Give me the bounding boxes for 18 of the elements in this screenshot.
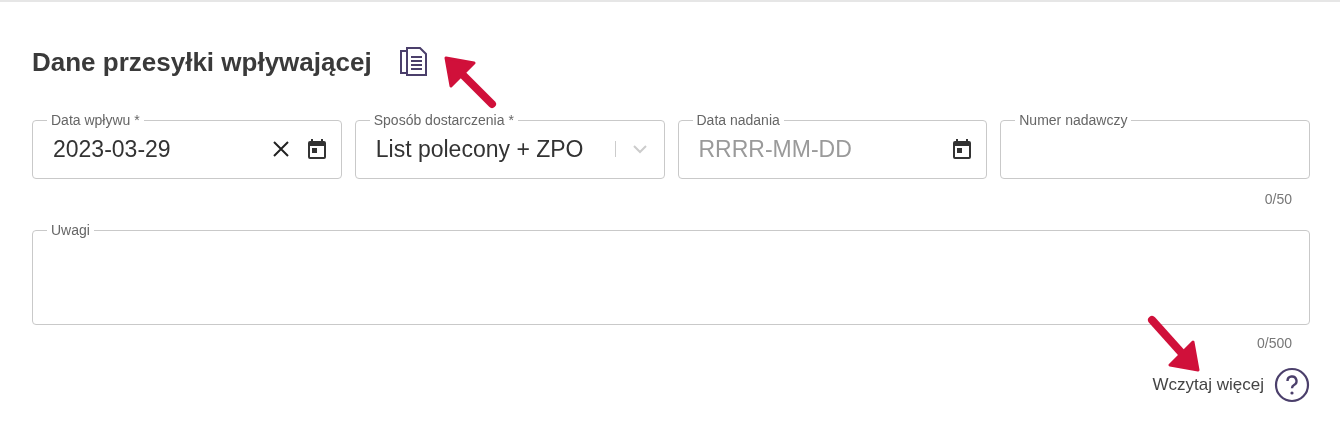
notes-textarea[interactable]: Uwagi: [32, 222, 1310, 325]
help-icon[interactable]: [1274, 367, 1310, 403]
select-field[interactable]: Sposób dostarczenia * List polecony + ZPO: [354, 112, 665, 179]
character-counter: 0/500: [1256, 335, 1292, 351]
field-label: Numer nadawczy: [1018, 112, 1129, 128]
character-counter: 0/50: [1264, 191, 1292, 207]
field-placeholder: RRRR-MM-DD: [698, 135, 853, 163]
input-field[interactable]: Data wpływu * 2023-03-29: [32, 112, 342, 179]
section-title: Dane przesyłki wpływającej: [32, 46, 372, 78]
input-field[interactable]: Numer nadawczy: [1000, 112, 1310, 179]
field-label: Uwagi: [50, 222, 91, 238]
field-label: Data wpływu *: [50, 112, 141, 128]
field-label: Data nadania: [695, 112, 781, 128]
field-value: List polecony + ZPO: [375, 135, 585, 163]
load-more-link[interactable]: Wczytaj więcej: [1152, 375, 1264, 395]
field-value: 2023-03-29: [53, 135, 172, 163]
field-label: Sposób dostarczenia *: [372, 112, 515, 128]
input-field[interactable]: Data nadania RRRR-MM-DD: [677, 112, 988, 179]
